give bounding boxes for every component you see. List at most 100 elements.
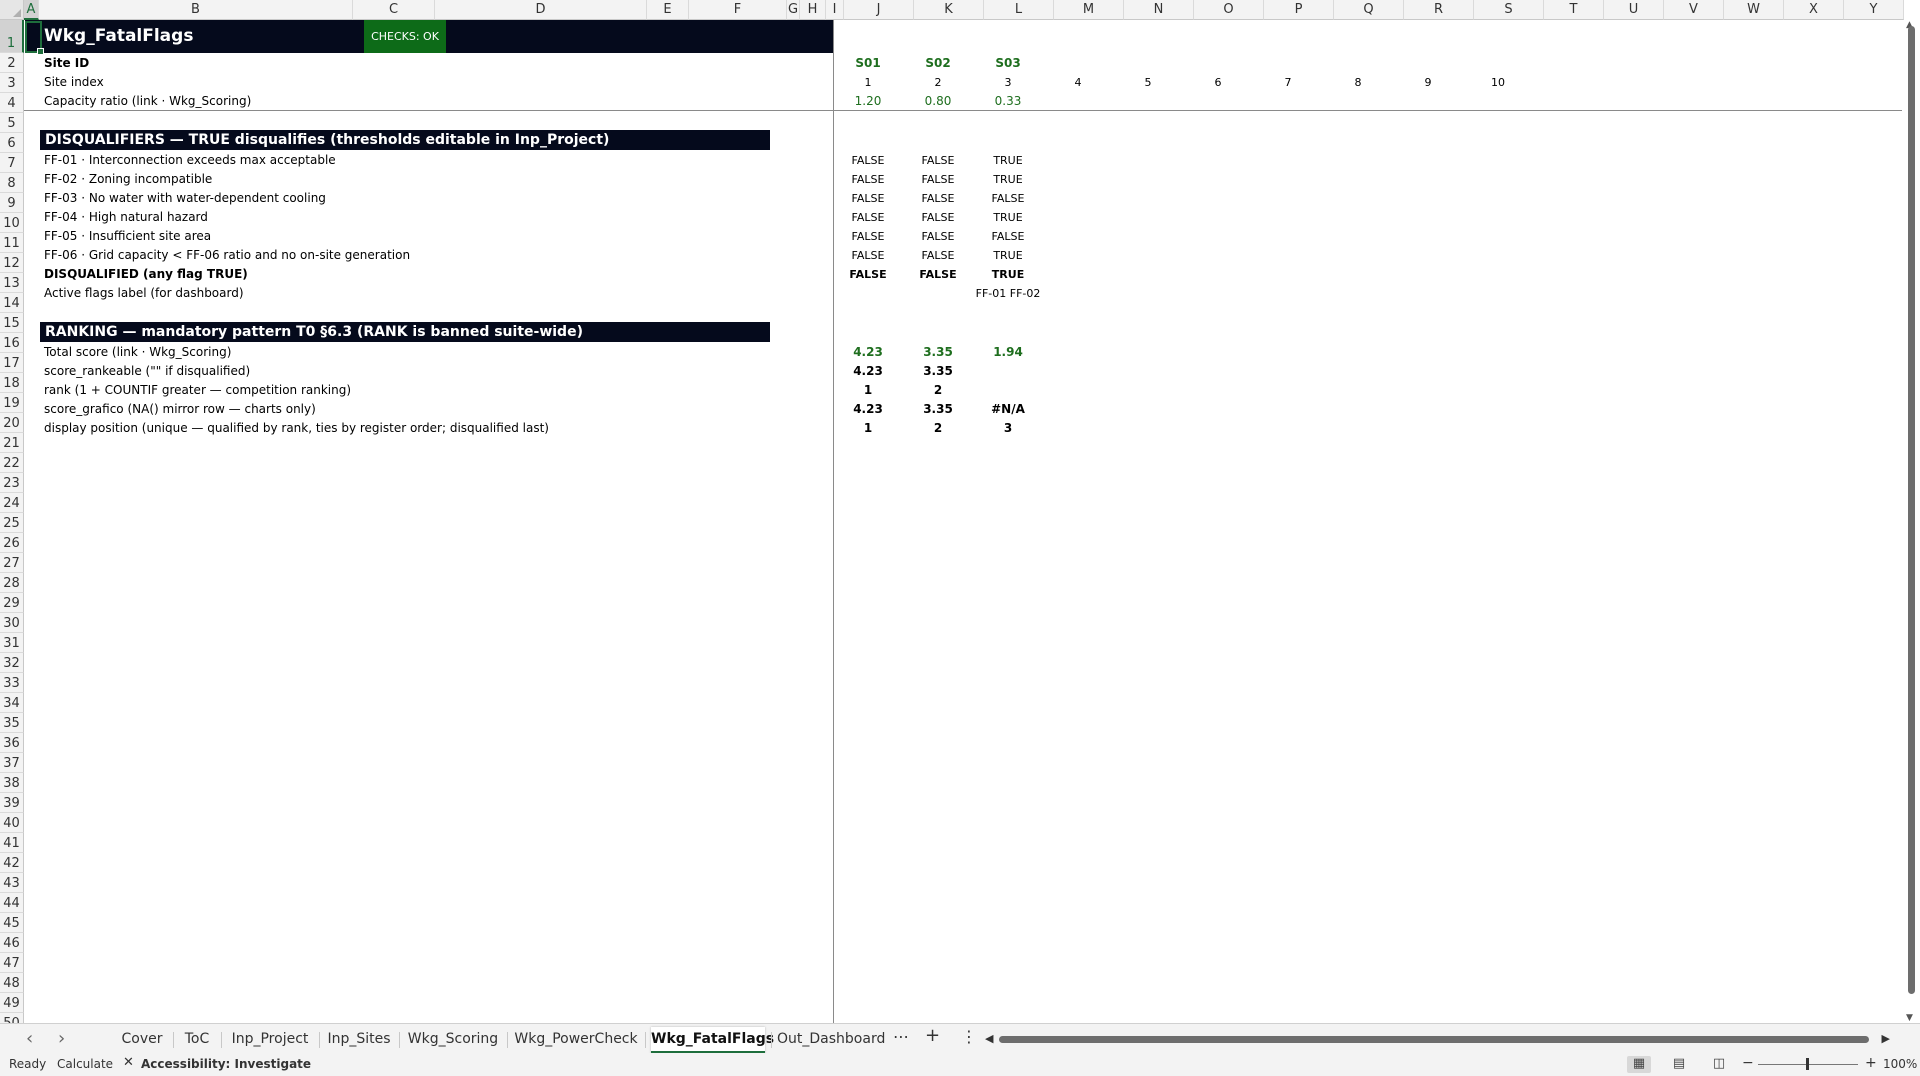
column-header[interactable]: C <box>353 0 435 20</box>
ranking-section-header[interactable]: RANKING — mandatory pattern T0 §6.3 (RAN… <box>40 322 770 342</box>
scroll-down-arrow-icon[interactable]: ▼ <box>1906 1013 1913 1023</box>
column-header[interactable]: M <box>1054 0 1124 20</box>
site-id-cell[interactable]: S02 <box>925 54 950 73</box>
calculate-button[interactable]: Calculate <box>57 1057 113 1071</box>
flag-value-cell[interactable]: FALSE <box>922 227 955 246</box>
flag-value-cell[interactable]: FALSE <box>922 189 955 208</box>
display-position-cell[interactable]: 2 <box>934 419 942 438</box>
row-header[interactable]: 5 <box>0 113 24 133</box>
disqualified-value-cell[interactable]: FALSE <box>919 265 956 284</box>
flag-value-cell[interactable]: FALSE <box>922 151 955 170</box>
column-header[interactable]: L <box>984 0 1054 20</box>
active-flags-value-cell[interactable]: FF-01 FF-02 <box>976 284 1041 303</box>
row-header[interactable]: 14 <box>0 293 24 313</box>
row-header[interactable]: 46 <box>0 933 24 953</box>
row-header[interactable]: 24 <box>0 493 24 513</box>
row-header[interactable]: 31 <box>0 633 24 653</box>
column-header[interactable]: G <box>787 0 800 20</box>
column-header[interactable]: Q <box>1334 0 1404 20</box>
column-header[interactable]: T <box>1544 0 1604 20</box>
row-header[interactable]: 41 <box>0 833 24 853</box>
flag-value-cell[interactable]: FALSE <box>992 227 1025 246</box>
site-index-cell[interactable]: 7 <box>1285 73 1292 92</box>
scroll-right-arrow-icon[interactable]: ▶ <box>1882 1032 1890 1045</box>
row-header[interactable]: 16 <box>0 333 24 353</box>
disqualifiers-section-header[interactable]: DISQUALIFIERS — TRUE disqualifies (thres… <box>40 130 770 150</box>
row-header[interactable]: 43 <box>0 873 24 893</box>
flag-value-cell[interactable]: FALSE <box>922 208 955 227</box>
column-header[interactable]: R <box>1404 0 1474 20</box>
flag-value-cell[interactable]: FALSE <box>852 246 885 265</box>
column-header[interactable]: U <box>1604 0 1664 20</box>
column-header[interactable]: Y <box>1844 0 1904 20</box>
row-header[interactable]: 27 <box>0 553 24 573</box>
tab-inp-sites[interactable]: Inp_Sites <box>325 1027 393 1051</box>
grafico-cell[interactable]: #N/A <box>991 400 1025 419</box>
row-header[interactable]: 44 <box>0 893 24 913</box>
tab-cover[interactable]: Cover <box>117 1027 167 1051</box>
flag-value-cell[interactable]: FALSE <box>852 170 885 189</box>
capacity-ratio-cell[interactable]: 1.20 <box>855 92 882 111</box>
more-sheets-icon[interactable]: ⋯ <box>893 1027 909 1046</box>
row-header[interactable]: 12 <box>0 253 24 273</box>
sheet-options-icon[interactable]: ⋮ <box>961 1027 977 1046</box>
row-header[interactable]: 19 <box>0 393 24 413</box>
tab-scroll-right-icon[interactable]: › <box>58 1028 65 1049</box>
rank-cell[interactable]: 2 <box>934 381 942 400</box>
row-header[interactable]: 28 <box>0 573 24 593</box>
column-header[interactable]: A <box>24 0 39 20</box>
site-id-cell[interactable]: S03 <box>995 54 1020 73</box>
total-score-cell[interactable]: 1.94 <box>993 343 1023 362</box>
row-header[interactable]: 11 <box>0 233 24 253</box>
row-header[interactable]: 23 <box>0 473 24 493</box>
row-header[interactable]: 21 <box>0 433 24 453</box>
column-header[interactable]: S <box>1474 0 1544 20</box>
site-index-cell[interactable]: 1 <box>865 73 872 92</box>
site-index-cell[interactable]: 10 <box>1491 73 1505 92</box>
row-header[interactable]: 10 <box>0 213 24 233</box>
row-header[interactable]: 42 <box>0 853 24 873</box>
row-header[interactable]: 3 <box>0 73 24 93</box>
row-header[interactable]: 33 <box>0 673 24 693</box>
add-sheet-icon[interactable]: + <box>925 1025 940 1046</box>
rankeable-cell[interactable]: 3.35 <box>923 362 953 381</box>
tab-toc[interactable]: ToC <box>179 1027 215 1051</box>
row-header[interactable]: 32 <box>0 653 24 673</box>
row-header[interactable]: 29 <box>0 593 24 613</box>
column-header[interactable]: X <box>1784 0 1844 20</box>
capacity-ratio-cell[interactable]: 0.80 <box>925 92 952 111</box>
row-header[interactable]: 47 <box>0 953 24 973</box>
row-header[interactable]: 2 <box>0 53 24 73</box>
row-header[interactable]: 37 <box>0 753 24 773</box>
row-header[interactable]: 50 <box>0 1013 24 1023</box>
grafico-cell[interactable]: 4.23 <box>853 400 883 419</box>
total-score-cell[interactable]: 3.35 <box>923 343 953 362</box>
column-header[interactable]: P <box>1264 0 1334 20</box>
column-header[interactable]: D <box>435 0 647 20</box>
zoom-level[interactable]: 100% <box>1883 1057 1917 1071</box>
row-header[interactable]: 26 <box>0 533 24 553</box>
display-position-cell[interactable]: 3 <box>1004 419 1012 438</box>
horizontal-scroll-thumb[interactable] <box>999 1036 1869 1043</box>
flag-value-cell[interactable]: FALSE <box>992 189 1025 208</box>
flag-value-cell[interactable]: FALSE <box>852 227 885 246</box>
tab-wkg-scoring[interactable]: Wkg_Scoring <box>405 1027 501 1051</box>
normal-view-icon[interactable]: ▦ <box>1627 1056 1651 1073</box>
page-layout-view-icon[interactable]: ▤ <box>1667 1056 1691 1073</box>
site-index-cell[interactable]: 6 <box>1215 73 1222 92</box>
flag-value-cell[interactable]: TRUE <box>993 151 1022 170</box>
row-header[interactable]: 13 <box>0 273 24 293</box>
flag-value-cell[interactable]: TRUE <box>993 208 1022 227</box>
flag-value-cell[interactable]: FALSE <box>922 170 955 189</box>
flag-value-cell[interactable]: TRUE <box>993 246 1022 265</box>
row-header[interactable]: 18 <box>0 373 24 393</box>
vertical-scrollbar[interactable]: ▲ ▼ <box>1902 20 1920 1023</box>
row-header[interactable]: 22 <box>0 453 24 473</box>
row-header[interactable]: 45 <box>0 913 24 933</box>
flag-value-cell[interactable]: FALSE <box>922 246 955 265</box>
display-position-cell[interactable]: 1 <box>864 419 872 438</box>
flag-value-cell[interactable]: FALSE <box>852 208 885 227</box>
grafico-cell[interactable]: 3.35 <box>923 400 953 419</box>
column-header[interactable]: F <box>689 0 787 20</box>
page-break-view-icon[interactable]: ◫ <box>1707 1056 1731 1073</box>
